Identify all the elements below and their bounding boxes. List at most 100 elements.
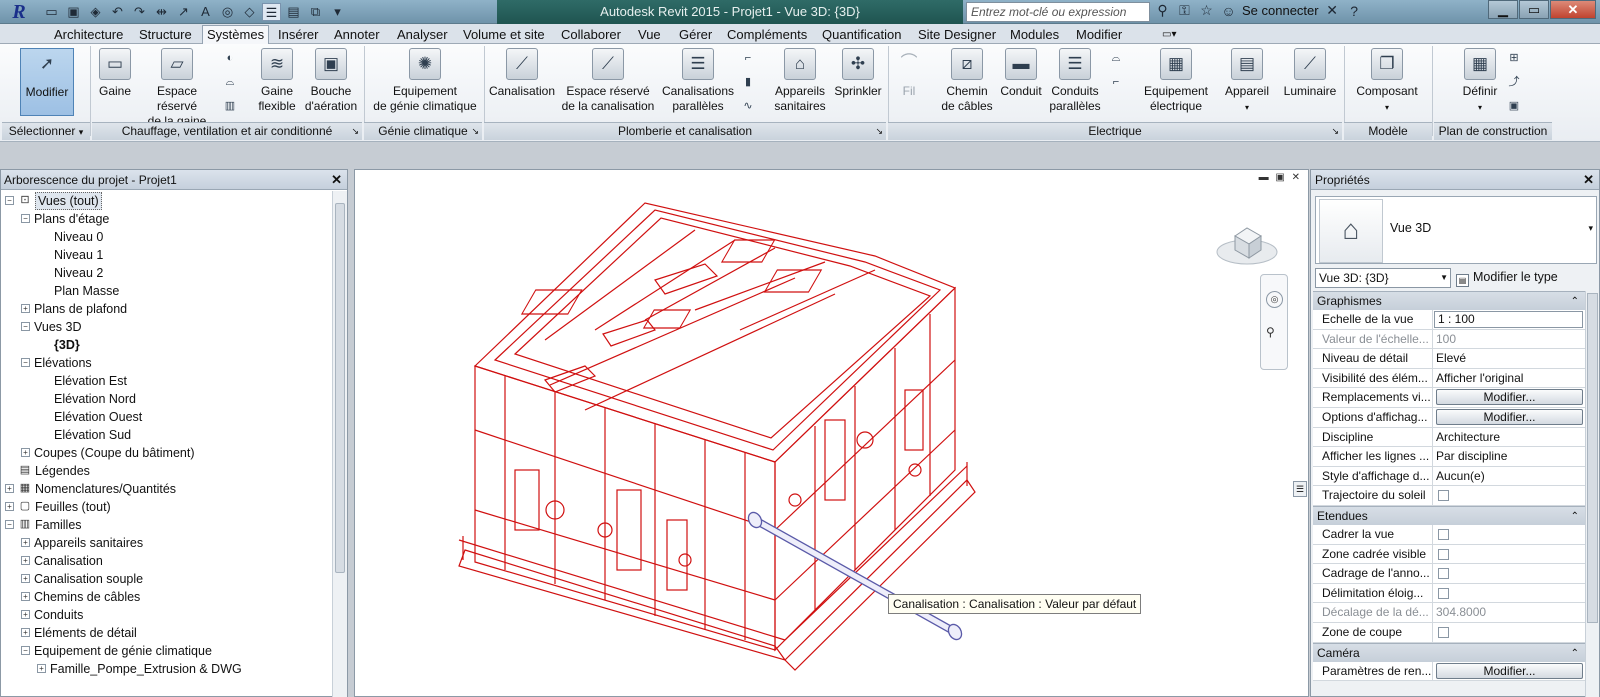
tree-node[interactable]: ▤ Légendes	[1, 462, 333, 480]
tree-node[interactable]: + Conduits	[1, 606, 333, 624]
tree-node[interactable]: + Plans de plafond	[1, 300, 333, 318]
dialog-launcher-icon[interactable]: ↘	[875, 123, 883, 140]
tab-inserer[interactable]: Insérer	[274, 26, 322, 44]
tree-node[interactable]: − ⊡ Vues (tout)	[1, 192, 333, 210]
user-icon[interactable]: ☺	[1220, 3, 1237, 19]
canalisation-button[interactable]: ⟋ Canalisation	[486, 48, 558, 99]
tree-node[interactable]: + Famille_Pompe_Extrusion & DWG	[1, 660, 333, 678]
redo-icon[interactable]: ↷	[130, 3, 149, 21]
tab-complements[interactable]: Compléments	[723, 26, 811, 44]
sprinkler-button[interactable]: ✣ Sprinkler	[830, 48, 886, 99]
section-camera[interactable]: Caméra ⌃	[1313, 642, 1585, 662]
modifier-button[interactable]: Modifier...	[1436, 408, 1583, 425]
duct-accessory-icon[interactable]: ⌓	[222, 74, 238, 90]
chevron-down-icon[interactable]: ▾	[1588, 223, 1593, 234]
tree-node[interactable]: + Appareils sanitaires	[1, 534, 333, 552]
properties-scrollbar[interactable]	[1585, 291, 1599, 697]
sync-icon[interactable]: ◈	[86, 3, 105, 21]
collapse-icon[interactable]: −	[21, 322, 30, 331]
tab-site-designer[interactable]: Site Designer	[914, 26, 1000, 44]
tab-modifier[interactable]: Modifier	[1072, 26, 1126, 44]
conduit-button[interactable]: ▬ Conduit	[998, 48, 1044, 99]
tab-quantification[interactable]: Quantification	[818, 26, 906, 44]
expand-icon[interactable]: +	[21, 556, 30, 565]
tree-node[interactable]: Elévation Sud	[1, 426, 333, 444]
checkbox[interactable]	[1438, 548, 1449, 560]
modifier-button[interactable]: Modifier...	[1436, 662, 1583, 679]
tab-vue[interactable]: Vue	[634, 26, 665, 44]
undo-icon[interactable]: ↶	[108, 3, 127, 21]
viewer-icon[interactable]: ▣	[1506, 98, 1522, 114]
tree-node[interactable]: + Eléments de détail	[1, 624, 333, 642]
edit-type-button[interactable]: ▤ Modifier le type	[1456, 270, 1558, 287]
expand-icon[interactable]: +	[5, 502, 14, 511]
navigation-bar[interactable]: ◎ ⚲	[1260, 274, 1288, 370]
composant-button[interactable]: ❐ Composant ▾	[1352, 48, 1422, 115]
collapse-icon[interactable]: −	[21, 358, 30, 367]
expand-icon[interactable]: +	[21, 610, 30, 619]
tree-node[interactable]: Niveau 2	[1, 264, 333, 282]
ref-plane-icon[interactable]: ⤴	[1506, 74, 1522, 90]
appareil-dropdown-icon[interactable]: ▾	[1245, 103, 1249, 112]
conduit-fitting-icon[interactable]: ⌐	[1108, 74, 1124, 90]
prop-value[interactable]: Afficher l'original	[1433, 369, 1585, 388]
tab-analyser[interactable]: Analyser	[393, 26, 452, 44]
tree-node[interactable]: − Plans d'étage	[1, 210, 333, 228]
close-icon[interactable]: ✕	[331, 170, 342, 190]
prop-value-input[interactable]: 1 : 100	[1434, 311, 1583, 328]
customize-qat-icon[interactable]: ▾	[328, 3, 347, 21]
tab-collaborer[interactable]: Collaborer	[557, 26, 625, 44]
restore-button[interactable]: ▭	[1519, 0, 1549, 19]
tree-node[interactable]: − ▥ Familles	[1, 516, 333, 534]
tree-node[interactable]: Niveau 1	[1, 246, 333, 264]
section-etendues[interactable]: Etendues ⌃	[1313, 505, 1585, 525]
expand-icon[interactable]: +	[21, 574, 30, 583]
checkbox[interactable]	[1438, 528, 1449, 540]
luminaire-button[interactable]: ⟋ Luminaire	[1280, 48, 1340, 99]
collapse-icon[interactable]: −	[5, 196, 14, 205]
tree-node[interactable]: + ▢ Feuilles (tout)	[1, 498, 333, 516]
minimize-button[interactable]: ▁	[1488, 0, 1518, 19]
tree-node[interactable]: − Elévations	[1, 354, 333, 372]
checkbox[interactable]	[1438, 490, 1449, 502]
signin-link[interactable]: Se connecter	[1242, 3, 1319, 18]
gaine-flexible-button[interactable]: ≋ Gaine flexible	[254, 48, 300, 114]
tree-node[interactable]: + Chemins de câbles	[1, 588, 333, 606]
tab-structure[interactable]: Structure	[135, 26, 196, 44]
collapse-icon[interactable]: −	[21, 214, 30, 223]
text-icon[interactable]: A	[196, 3, 215, 21]
bouche-aeration-button[interactable]: ▣ Bouche d'aération	[302, 48, 360, 114]
espace-reserve-gaine-button[interactable]: ▱ Espace réservé de la gaine	[136, 48, 218, 129]
tree-node[interactable]: + Canalisation souple	[1, 570, 333, 588]
zoom-icon[interactable]: ⚲	[1266, 325, 1275, 339]
dialog-launcher-icon[interactable]: ↘	[1331, 123, 1339, 140]
prop-value[interactable]: Aucun(e)	[1433, 467, 1585, 486]
tab-modules[interactable]: Modules	[1006, 26, 1063, 44]
collapse-icon[interactable]: −	[21, 646, 30, 655]
gaine-button[interactable]: ▭ Gaine	[94, 48, 136, 99]
tree-node[interactable]: + Canalisation	[1, 552, 333, 570]
definir-dropdown-icon[interactable]: ▾	[1478, 103, 1482, 112]
save-icon[interactable]: ▣	[64, 3, 83, 21]
exchange-icon[interactable]: ✕	[1324, 2, 1341, 19]
chemin-de-cables-button[interactable]: ⧄ Chemin de câbles	[936, 48, 998, 114]
appareil-button[interactable]: ▤ Appareil ▾	[1218, 48, 1276, 115]
section-graphismes[interactable]: Graphismes ⌃	[1313, 291, 1585, 310]
type-selector[interactable]: ⌂ Vue 3D ▾	[1315, 196, 1597, 264]
pipe-fitting-icon[interactable]: ⌐	[740, 50, 756, 66]
appareils-sanitaires-button[interactable]: ⌂ Appareils sanitaires	[770, 48, 830, 114]
tree-node[interactable]: − Vues 3D	[1, 318, 333, 336]
open-icon[interactable]: ▭	[42, 3, 61, 21]
view-3d-canvas[interactable]: ▬ ▣ ✕ ◎ ⚲ ☰ Canalisation: Canalisation …	[354, 169, 1309, 697]
espace-reserve-canalisation-button[interactable]: ⟋ Espace réservé de la canalisation	[558, 48, 658, 114]
application-menu-button[interactable]: R	[2, 0, 36, 24]
tree-node[interactable]: + Coupes (Coupe du bâtiment)	[1, 444, 333, 462]
tree-node[interactable]: Plan Masse	[1, 282, 333, 300]
conduits-paralleles-button[interactable]: ☰ Conduits parallèles	[1046, 48, 1104, 114]
pipe-accessory-icon[interactable]: ▮	[740, 74, 756, 90]
tree-node[interactable]: − Equipement de génie climatique	[1, 642, 333, 660]
expand-icon[interactable]: +	[21, 538, 30, 547]
canalisations-paralleles-button[interactable]: ☰ Canalisations parallèles	[658, 48, 738, 114]
view-3d-icon[interactable]: ◎	[218, 3, 237, 21]
search-input[interactable]: Entrez mot-clé ou expression	[966, 2, 1150, 22]
